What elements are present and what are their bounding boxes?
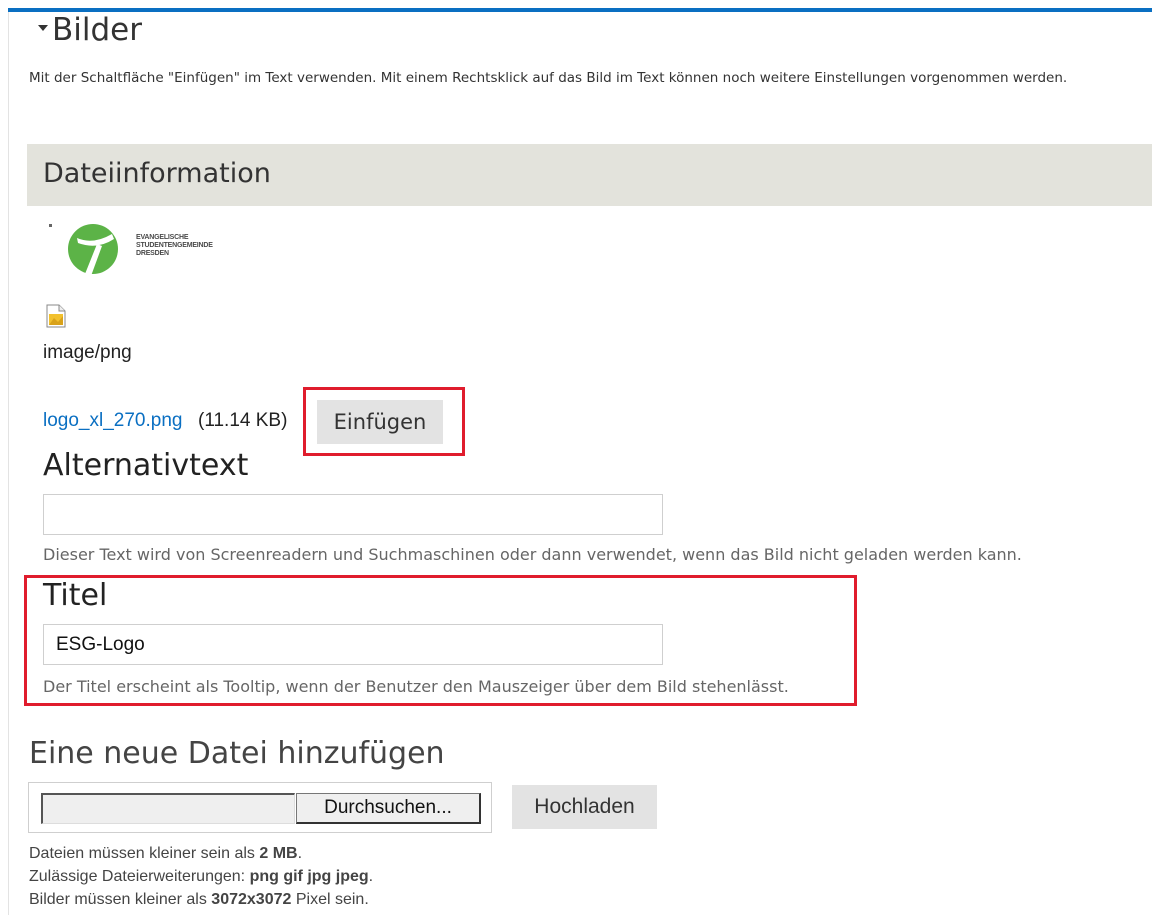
- size-limit-note: Dateien müssen kleiner sein als 2 MB.: [29, 845, 303, 862]
- section-description: Mit der Schaltfläche "Einfügen" im Text …: [29, 70, 1068, 86]
- alt-text-help: Dieser Text wird von Screenreadern und S…: [43, 545, 1022, 564]
- top-accent-bar: [8, 8, 1152, 12]
- add-file-heading: Eine neue Datei hinzufügen: [29, 736, 445, 771]
- highlight-insert: [303, 387, 465, 456]
- extension-note: Zulässige Dateierweiterungen: png gif jp…: [29, 868, 374, 885]
- file-upload-widget: Durchsuchen...: [28, 782, 492, 833]
- title-help: Der Titel erscheint als Tooltip, wenn de…: [43, 677, 789, 696]
- file-path-field[interactable]: [41, 793, 295, 824]
- alt-text-label: Alternativtext: [43, 448, 249, 483]
- file-size: (11.14 KB): [198, 410, 288, 431]
- upload-button[interactable]: Hochladen: [512, 785, 657, 829]
- section-toggle-bilder[interactable]: Bilder: [38, 12, 142, 48]
- browse-button[interactable]: Durchsuchen...: [296, 793, 481, 824]
- image-file-icon: [46, 304, 66, 328]
- dimension-note: Bilder müssen kleiner als 3072x3072 Pixe…: [29, 891, 369, 908]
- title-label: Titel: [43, 578, 108, 613]
- alt-text-input[interactable]: [43, 494, 663, 535]
- file-info-title: Dateiinformation: [43, 158, 271, 189]
- mime-type: image/png: [43, 342, 132, 363]
- logo-wordmark: EVANGELISCHE STUDENTENGEMEINDE DRESDEN: [136, 234, 213, 257]
- image-thumbnail: EVANGELISCHE STUDENTENGEMEINDE DRESDEN: [64, 220, 216, 278]
- caret-down-icon: [38, 24, 48, 31]
- file-info-header: Dateiinformation: [27, 144, 1152, 206]
- left-border: [8, 12, 9, 915]
- file-link[interactable]: logo_xl_270.png: [43, 410, 182, 432]
- thumbnail-marker: [49, 224, 52, 227]
- title-input[interactable]: [43, 624, 663, 665]
- esg-logo-icon: [68, 224, 118, 276]
- section-title: Bilder: [52, 12, 142, 48]
